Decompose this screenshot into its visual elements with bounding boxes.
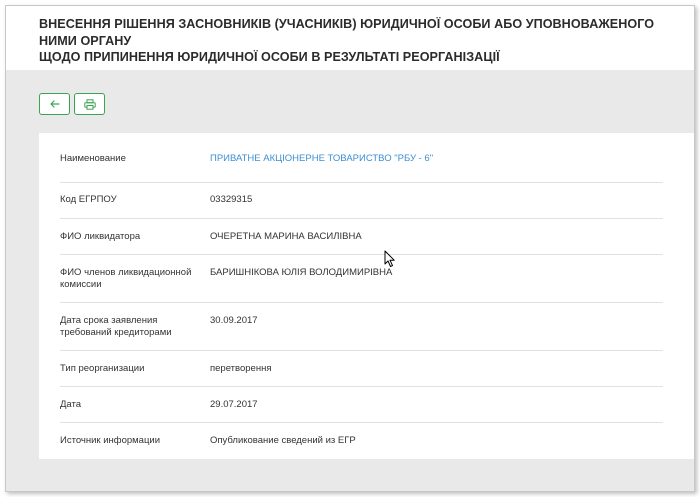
page-title: ВНЕСЕННЯ РІШЕННЯ ЗАСНОВНИКІВ (УЧАСНИКІВ)… <box>39 16 694 66</box>
company-name-link[interactable]: ПРИВАТНЕ АКЦІОНЕРНЕ ТОВАРИСТВО "РБУ - 6" <box>210 153 663 182</box>
detail-label: Дата срока заявления требований кредитор… <box>60 315 172 338</box>
detail-value: БАРИШНІКОВА ЮЛІЯ ВОЛОДИМИРІВНА <box>210 267 393 278</box>
detail-row-commission: ФИО членов ликвидационной комиссии БАРИШ… <box>60 255 663 303</box>
detail-label: ФИО членов ликвидационной комиссии <box>60 267 192 290</box>
detail-row-liquidator: ФИО ликвидатора ОЧЕРЕТНА МАРИНА ВАСИЛІВН… <box>60 219 663 255</box>
detail-row-claims-deadline: Дата срока заявления требований кредитор… <box>60 303 663 351</box>
detail-value: 30.09.2017 <box>210 315 258 326</box>
detail-row-reorg-type: Тип реорганизации перетворення <box>60 351 663 387</box>
detail-value: 29.07.2017 <box>210 399 258 410</box>
back-button[interactable] <box>39 93 70 115</box>
page-header: ВНЕСЕННЯ РІШЕННЯ ЗАСНОВНИКІВ (УЧАСНИКІВ)… <box>6 6 694 70</box>
detail-row-source: Источник информации Опубликование сведен… <box>60 423 663 459</box>
detail-value: Опубликование сведений из ЕГР <box>210 435 356 446</box>
toolbar <box>39 93 105 115</box>
detail-row-date: Дата 29.07.2017 <box>60 387 663 423</box>
detail-label: Дата <box>60 399 82 410</box>
detail-value: ОЧЕРЕТНА МАРИНА ВАСИЛІВНА <box>210 231 362 242</box>
detail-value: перетворення <box>210 363 272 374</box>
page-title-line-2: ЩОДО ПРИПИНЕННЯ ЮРИДИЧНОЇ ОСОБИ В РЕЗУЛЬ… <box>39 50 500 64</box>
detail-label: Код ЕГРПОУ <box>60 194 117 205</box>
print-button[interactable] <box>74 93 105 115</box>
arrow-left-icon <box>49 100 60 108</box>
printer-icon <box>83 98 96 110</box>
detail-label: ФИО ликвидатора <box>60 231 141 242</box>
detail-row-code: Код ЕГРПОУ 03329315 <box>60 183 663 219</box>
page-frame: ВНЕСЕННЯ РІШЕННЯ ЗАСНОВНИКІВ (УЧАСНИКІВ)… <box>5 5 695 492</box>
detail-label: Источник информации <box>60 435 161 446</box>
detail-label: Наименование <box>60 153 126 164</box>
details-card: Наименование ПРИВАТНЕ АКЦІОНЕРНЕ ТОВАРИС… <box>39 133 694 459</box>
detail-value: 03329315 <box>210 194 253 205</box>
page-title-line-1: ВНЕСЕННЯ РІШЕННЯ ЗАСНОВНИКІВ (УЧАСНИКІВ)… <box>39 17 655 48</box>
mouse-cursor-icon <box>384 250 395 267</box>
detail-row-name: Наименование ПРИВАТНЕ АКЦІОНЕРНЕ ТОВАРИС… <box>60 133 663 183</box>
detail-label: Тип реорганизации <box>60 363 145 374</box>
